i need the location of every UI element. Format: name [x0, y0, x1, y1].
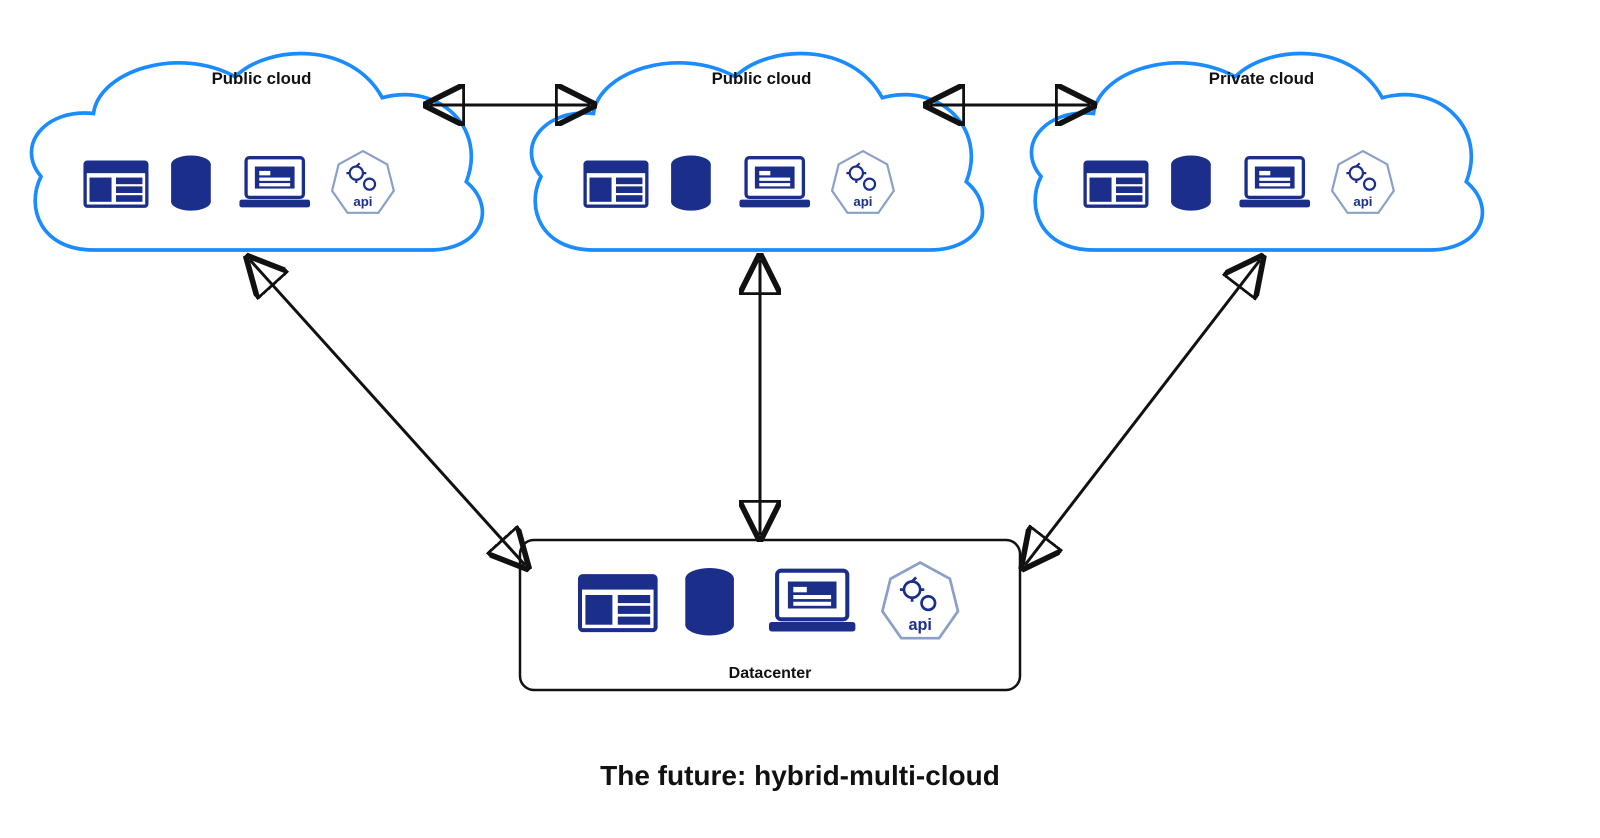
diagram-stage: api Public cloud Public cloud Private cl… — [0, 0, 1600, 838]
cloud-label: Public cloud — [212, 69, 312, 88]
datacenter-label: Datacenter — [729, 665, 812, 682]
diagram-svg: api Public cloud Public cloud Private cl… — [0, 0, 1600, 838]
diagram-caption: The future: hybrid-multi-cloud — [0, 760, 1600, 792]
datacenter: Datacenter — [520, 540, 1020, 690]
cloud-private: Private cloud — [1031, 54, 1482, 250]
cloud-label: Private cloud — [1209, 69, 1314, 88]
arrow-cloud3-dc — [1025, 260, 1260, 565]
cloud-public-1: Public cloud — [31, 54, 482, 250]
cloud-public-2: Public cloud — [531, 54, 982, 250]
arrow-cloud1-dc — [250, 260, 525, 565]
cloud-label: Public cloud — [712, 69, 812, 88]
